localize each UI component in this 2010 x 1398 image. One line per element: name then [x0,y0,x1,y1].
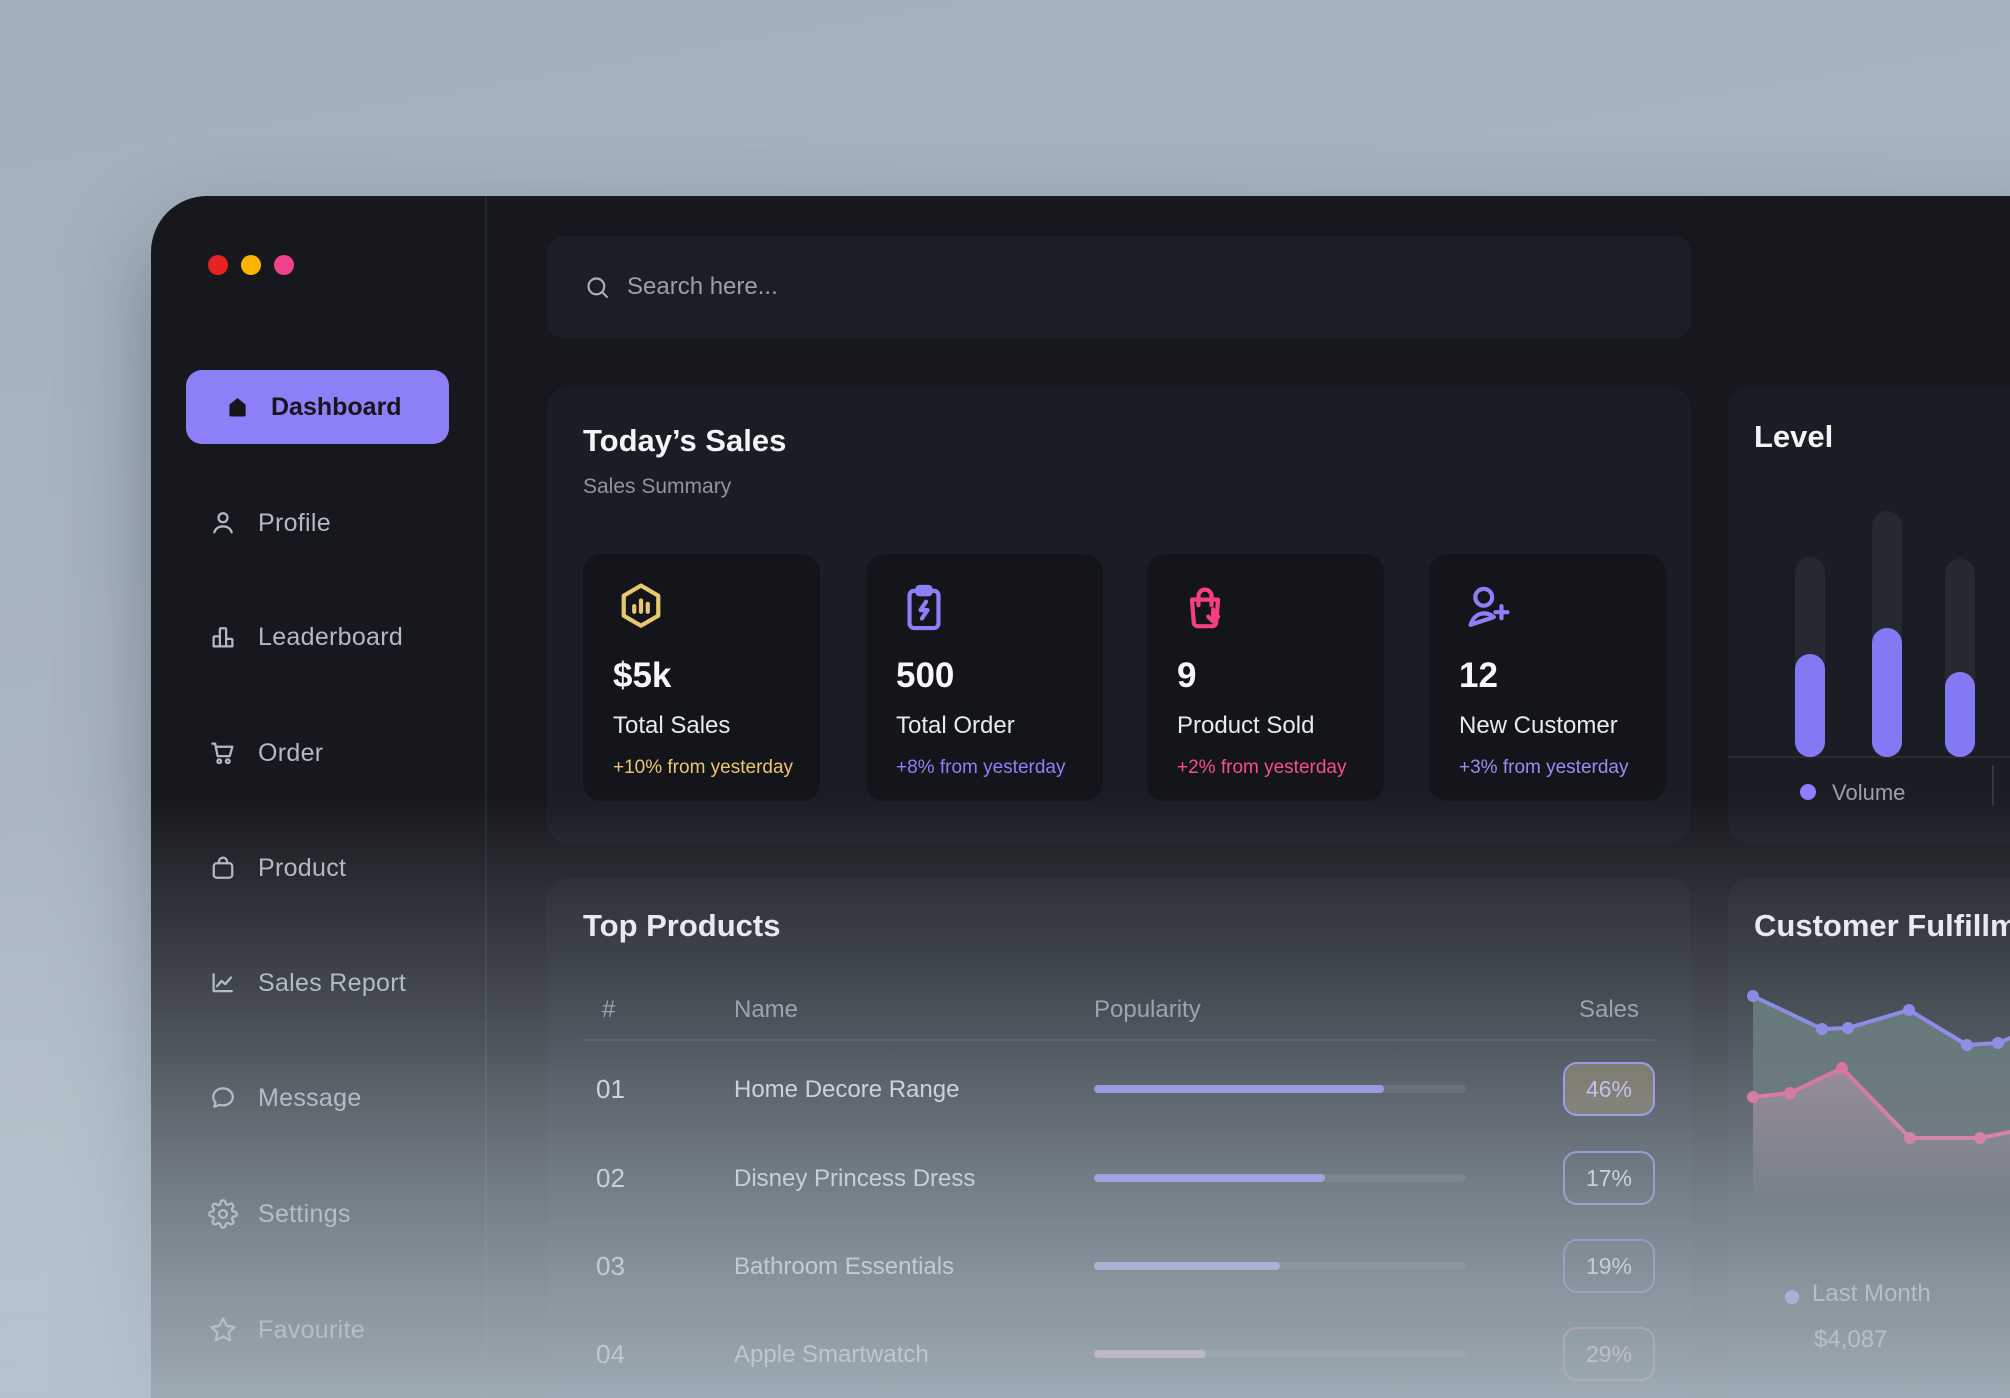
stat-card-product-sold: 9 Product Sold +2% from yesterday [1147,554,1384,801]
today-sales-subtitle: Sales Summary [583,475,731,499]
search-icon [584,274,611,301]
total-order-clipboard-icon [896,580,952,636]
cart-icon [208,738,238,768]
sidebar-item-dashboard[interactable]: Dashboard [186,370,449,444]
stat-label: Total Order [896,712,1015,740]
product-row: 03 Bathroom Essentials 19% [547,1221,1691,1309]
user-icon [208,508,238,538]
level-bar-fill [1945,672,1975,757]
settings-icon [208,1199,238,1229]
stat-label: Total Sales [613,712,730,740]
product-name: Disney Princess Dress [734,1165,975,1193]
stat-delta: +10% from yesterday [613,757,793,779]
last-month-value: $4,087 [1814,1326,1887,1354]
stat-card-new-customer: 12 New Customer +3% from yesterday [1429,554,1666,801]
sales-badge: 29% [1563,1327,1655,1381]
message-icon [208,1083,238,1113]
level-title: Level [1754,419,1833,455]
header-divider [583,1039,1655,1041]
column-header-sales: Sales [1549,996,1669,1024]
customer-fulfillment-title: Customer Fulfillment [1754,908,2010,944]
stat-value: 12 [1459,656,1498,696]
legend-divider [1992,765,1994,805]
sales-report-icon [208,968,238,998]
fulfillment-area-chart [1740,978,2010,1215]
sidebar-item-profile[interactable]: Profile [186,498,466,548]
stat-label: Product Sold [1177,712,1314,740]
stat-value: $5k [613,656,671,696]
today-sales-title: Today’s Sales [583,423,786,459]
column-header-number: # [602,996,615,1024]
level-bar-fill [1795,654,1825,757]
product-rank: 04 [596,1339,625,1370]
volume-legend-label: Volume [1832,780,1905,806]
stat-delta: +8% from yesterday [896,757,1066,779]
sidebar-item-label: Dashboard [271,393,402,422]
expand-button[interactable] [274,255,294,275]
sidebar-item-favourite[interactable]: Favourite [186,1305,466,1355]
top-products-title: Top Products [583,908,780,944]
sidebar-item-sales-report[interactable]: Sales Report [186,958,466,1008]
volume-legend-dot [1800,784,1816,800]
popularity-bar [1094,1350,1466,1358]
popularity-bar [1094,1174,1466,1182]
level-bar-fill [1872,628,1902,757]
top-products-panel: Top Products # Name Popularity Sales 01 … [547,878,1691,1398]
sidebar-item-leaderboard[interactable]: Leaderboard [186,612,466,662]
app-window: Dashboard Profile Leaderboard Order Prod… [151,196,2010,1398]
level-baseline [1728,756,2010,758]
product-name: Home Decore Range [734,1076,959,1104]
product-name: Apple Smartwatch [734,1341,929,1369]
product-bag-icon [208,853,238,883]
sidebar-divider [485,196,487,1398]
sidebar-item-order[interactable]: Order [186,728,466,778]
last-month-legend-dot [1785,1290,1799,1304]
total-sales-hexagon-icon [613,580,669,636]
home-icon [224,394,251,421]
favourite-icon [208,1315,238,1345]
popularity-bar [1094,1262,1466,1270]
stat-label: New Customer [1459,712,1618,740]
sales-badge: 46% [1563,1062,1655,1116]
product-rank: 02 [596,1163,625,1194]
sales-badge: 19% [1563,1239,1655,1293]
stat-card-total-sales: $5k Total Sales +10% from yesterday [583,554,820,801]
product-sold-bag-icon [1177,580,1233,636]
product-rank: 01 [596,1074,625,1105]
today-sales-panel: Today’s Sales Sales Summary $5k Total Sa… [547,387,1691,843]
search-input[interactable] [625,272,1525,302]
popularity-bar [1094,1085,1466,1093]
product-row: 01 Home Decore Range 46% [547,1045,1691,1133]
sales-badge: 17% [1563,1151,1655,1205]
level-panel: Level Volume [1728,387,2010,843]
stat-value: 500 [896,656,954,696]
customer-fulfillment-panel: Customer Fulfillment Last Month $4,087 [1728,878,2010,1398]
product-row: 04 Apple Smartwatch 29% [547,1309,1691,1397]
minimize-button[interactable] [241,255,261,275]
new-customer-icon [1459,580,1515,636]
product-name: Bathroom Essentials [734,1253,954,1281]
last-month-legend-label: Last Month [1812,1280,1931,1308]
product-row: 02 Disney Princess Dress 17% [547,1133,1691,1221]
stat-card-total-order: 500 Total Order +8% from yesterday [866,554,1103,801]
product-rank: 03 [596,1251,625,1282]
window-controls [208,255,294,275]
column-header-popularity: Popularity [1094,996,1201,1024]
leaderboard-icon [208,622,238,652]
sidebar-item-settings[interactable]: Settings [186,1189,466,1239]
desktop-background: Dashboard Profile Leaderboard Order Prod… [0,0,2010,1398]
sidebar-item-product[interactable]: Product [186,843,466,893]
stat-delta: +2% from yesterday [1177,757,1347,779]
sidebar-item-message[interactable]: Message [186,1073,466,1123]
column-header-name: Name [734,996,798,1024]
close-button[interactable] [208,255,228,275]
search-bar[interactable] [547,236,1691,338]
stat-delta: +3% from yesterday [1459,757,1629,779]
stat-value: 9 [1177,656,1196,696]
